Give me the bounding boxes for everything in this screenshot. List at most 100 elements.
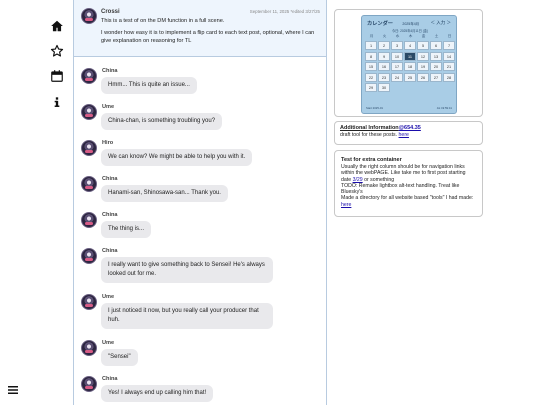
- calendar-month: 2025年4月: [402, 22, 420, 26]
- calendar-day[interactable]: 15: [365, 62, 377, 71]
- message-bubble: The thing is...: [101, 221, 152, 238]
- calendar-day[interactable]: 17: [391, 62, 403, 71]
- message-bubble: We can know? We might be able to help yo…: [101, 149, 253, 166]
- calendar-day[interactable]: 14: [443, 51, 455, 61]
- calendar-icon[interactable]: [50, 69, 64, 83]
- avatar: [81, 248, 97, 264]
- post-line: This is a test of on the DM function in …: [101, 18, 225, 24]
- calendar-weekday: 木: [408, 34, 413, 38]
- calendar-day[interactable]: 6: [430, 41, 442, 50]
- calendar-day[interactable]: 7: [443, 41, 455, 50]
- avatar: [81, 340, 97, 356]
- pinned-post: Crossi September 11, 2025 *edited 3/27/2…: [74, 0, 326, 57]
- calendar-title-text: カレンダー: [367, 21, 393, 27]
- calendar-day[interactable]: 23: [378, 72, 390, 82]
- extra-container-card: Test for extra container Usually the rig…: [334, 150, 483, 217]
- date-link[interactable]: 3/29: [353, 177, 363, 183]
- calendar-day[interactable]: 29: [365, 83, 377, 92]
- left-nav: [0, 0, 72, 405]
- calendar-title: カレンダー 2025年4月: [367, 20, 419, 27]
- calendar-weekday: 土: [434, 34, 439, 38]
- calendar-card: カレンダー 2025年4月 ＜ 入力 ＞ 今日: 2025年4月11日 (金) …: [334, 9, 483, 117]
- message-bubble: Yes! I always end up calling him that!: [101, 385, 214, 402]
- calendar-day[interactable]: 8: [365, 51, 377, 61]
- message-author: China: [102, 68, 118, 74]
- message-bubble: Hmm... This is quite an issue...: [101, 77, 197, 94]
- star-icon[interactable]: [50, 44, 64, 58]
- post-timestamp: September 11, 2025 *edited 3/27/25: [249, 9, 320, 14]
- calendar-day[interactable]: 2: [378, 41, 390, 50]
- calendar-day[interactable]: 30: [378, 83, 390, 92]
- message-bubble: Hanami-san, Shinosawa-san... Thank you.: [101, 185, 228, 202]
- calendar-day[interactable]: 20: [430, 62, 442, 71]
- calendar-day[interactable]: 3: [391, 41, 403, 50]
- extra-text: or something: [364, 176, 395, 183]
- directory-here-link[interactable]: here: [341, 202, 351, 208]
- calendar-day[interactable]: 13: [430, 51, 442, 61]
- info-body-text: draft tool for these posts.: [340, 132, 398, 138]
- avatar: [81, 176, 97, 192]
- message-author: Ume: [102, 340, 115, 346]
- avatar: [81, 376, 97, 392]
- directory-text: Made a directory for all website based "…: [341, 195, 474, 202]
- message-bubble: China-chan, is something troubling you?: [101, 113, 223, 130]
- info-here-link[interactable]: here: [399, 132, 409, 138]
- calendar-day[interactable]: 16: [378, 62, 390, 71]
- calendar-day[interactable]: 11: [404, 51, 416, 61]
- message-author: China: [102, 248, 118, 254]
- calendar-day[interactable]: 26: [417, 72, 429, 82]
- hamburger-menu-icon[interactable]: [7, 384, 19, 396]
- message-feed[interactable]: Crossi September 11, 2025 *edited 3/27/2…: [73, 0, 327, 405]
- info-title-text[interactable]: Additional Information: [340, 125, 399, 131]
- calendar-day[interactable]: 5: [417, 41, 429, 50]
- message-author: Hiro: [102, 140, 114, 146]
- calendar-day[interactable]: 19: [417, 62, 429, 71]
- info-body: draft tool for these posts. here: [340, 132, 477, 138]
- calendar-day[interactable]: 1: [365, 41, 377, 50]
- calendar-day[interactable]: 25: [404, 72, 416, 82]
- calendar-day[interactable]: 22: [365, 72, 377, 82]
- calendar-grid: 1 2 3 4 5 6 7 8 9 10 11 12 13 14 15 16 17 18 19 20 21 22 23 24 2…: [365, 41, 457, 94]
- calendar-day[interactable]: 24: [391, 72, 403, 82]
- calendar-weekday: 日: [447, 34, 452, 38]
- calendar-footer-left: Start 2025-01: [366, 106, 383, 110]
- info-title-link[interactable]: @654.35: [399, 125, 421, 131]
- calendar-day[interactable]: 28: [443, 72, 455, 82]
- info-card: Additional Information@654.35 draft tool…: [334, 121, 483, 145]
- message-bubble: "Sensei": [101, 349, 138, 366]
- calendar-subtitle: 今日: 2025年4月11日 (金): [391, 29, 429, 33]
- info-icon[interactable]: [50, 95, 64, 109]
- calendar-weekday: 火: [382, 34, 387, 38]
- calendar-day[interactable]: 21: [443, 62, 455, 71]
- calendar-weekday: 金: [421, 34, 426, 38]
- avatar: [81, 8, 97, 24]
- calendar-footer-right: Jst 19:59:41: [436, 106, 452, 110]
- message-author: China: [102, 176, 118, 182]
- avatar: [81, 212, 97, 228]
- message-author: China: [102, 376, 118, 382]
- avatar: [81, 140, 97, 156]
- message-bubble: I just noticed it now, but you really ca…: [101, 303, 273, 329]
- calendar-day[interactable]: 12: [417, 51, 429, 61]
- calendar-day[interactable]: 4: [404, 41, 416, 50]
- calendar-weekdays: 月火水木金土日: [365, 34, 456, 39]
- message-bubble: I really want to give something back to …: [101, 257, 273, 283]
- calendar-day[interactable]: 9: [378, 51, 390, 61]
- message-author: China: [102, 212, 118, 218]
- calendar-widget[interactable]: カレンダー 2025年4月 ＜ 入力 ＞ 今日: 2025年4月11日 (金) …: [361, 15, 457, 114]
- avatar: [81, 68, 97, 84]
- calendar-day[interactable]: 10: [391, 51, 403, 61]
- calendar-day[interactable]: 27: [430, 72, 442, 82]
- calendar-day[interactable]: 18: [404, 62, 416, 71]
- extra-container-title: Test for extra container: [341, 157, 402, 163]
- calendar-nav[interactable]: ＜ 入力 ＞: [430, 20, 451, 26]
- message-author: Ume: [102, 104, 115, 110]
- home-icon[interactable]: [50, 19, 64, 33]
- calendar-weekday: 水: [395, 34, 400, 38]
- extra-container-body: Usually the right column should be for n…: [341, 164, 476, 208]
- message-author: Ume: [102, 294, 115, 300]
- post-line: I wonder how easy it is to implement a f…: [101, 29, 315, 45]
- info-title: Additional Information@654.35: [340, 125, 477, 131]
- calendar-weekday: 月: [369, 34, 374, 38]
- avatar: [81, 294, 97, 310]
